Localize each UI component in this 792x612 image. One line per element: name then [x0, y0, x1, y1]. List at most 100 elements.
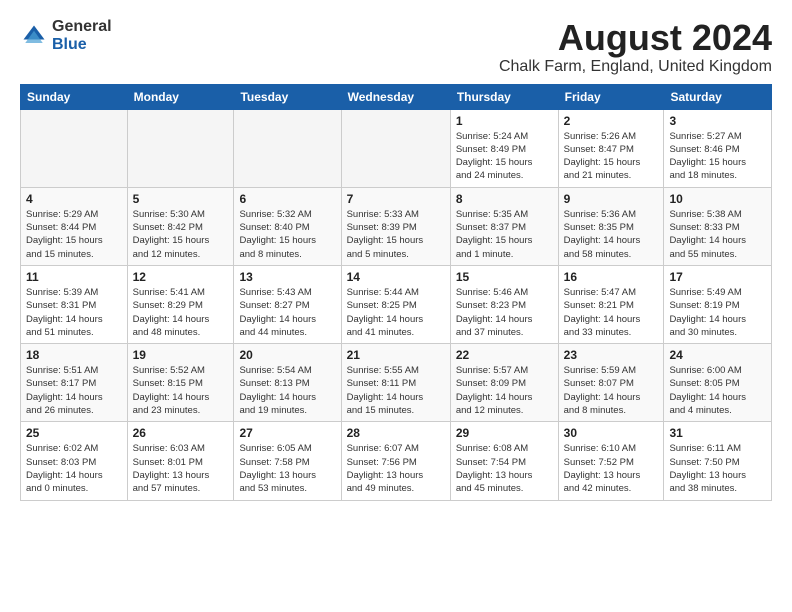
calendar-cell: 21Sunrise: 5:55 AM Sunset: 8:11 PM Dayli…	[341, 344, 450, 422]
logo-blue-text: Blue	[52, 36, 112, 54]
calendar-table: Sunday Monday Tuesday Wednesday Thursday…	[20, 84, 772, 501]
header-row: Sunday Monday Tuesday Wednesday Thursday…	[21, 84, 772, 109]
day-info: Sunrise: 5:57 AM Sunset: 8:09 PM Dayligh…	[456, 364, 553, 417]
subtitle: Chalk Farm, England, United Kingdom	[499, 58, 772, 76]
day-number: 28	[347, 426, 445, 440]
day-info: Sunrise: 5:44 AM Sunset: 8:25 PM Dayligh…	[347, 286, 445, 339]
calendar-week-4: 25 Sunrise: 6:02 AM Sunset: 8:03 PM Dayli…	[21, 422, 772, 500]
calendar-cell: 2 Sunrise: 5:26 AM Sunset: 8:47 PM Daylig…	[558, 109, 664, 187]
day-info: Sunrise: 6:08 AM Sunset: 7:54 PM Dayligh…	[456, 442, 553, 495]
day-info: Sunrise: 5:59 AM Sunset: 8:07 PM Dayligh…	[564, 364, 659, 417]
day-number: 9	[564, 192, 659, 206]
header-thursday: Thursday	[450, 84, 558, 109]
calendar-cell: 12 Sunrise: 5:41 AM Sunset: 8:29 PM Dayli…	[127, 265, 234, 343]
calendar-cell: 26Sunrise: 6:03 AM Sunset: 8:01 PM Dayli…	[127, 422, 234, 500]
day-number: 31	[669, 426, 766, 440]
header-monday: Monday	[127, 84, 234, 109]
day-info: Sunrise: 5:52 AM Sunset: 8:15 PM Dayligh…	[133, 364, 229, 417]
day-info: Sunrise: 5:35 AM Sunset: 8:37 PM Dayligh…	[456, 208, 553, 261]
day-info: Sunrise: 5:33 AM Sunset: 8:39 PM Dayligh…	[347, 208, 445, 261]
logo-general-text: General	[52, 18, 112, 36]
day-number: 10	[669, 192, 766, 206]
day-info: Sunrise: 6:00 AM Sunset: 8:05 PM Dayligh…	[669, 364, 766, 417]
calendar-cell: 13 Sunrise: 5:43 AM Sunset: 8:27 PM Dayli…	[234, 265, 341, 343]
calendar-cell: 27 Sunrise: 6:05 AM Sunset: 7:58 PM Dayli…	[234, 422, 341, 500]
day-number: 22	[456, 348, 553, 362]
header-saturday: Saturday	[664, 84, 772, 109]
day-info: Sunrise: 5:55 AM Sunset: 8:11 PM Dayligh…	[347, 364, 445, 417]
calendar-cell	[234, 109, 341, 187]
day-number: 7	[347, 192, 445, 206]
day-number: 19	[133, 348, 229, 362]
calendar-week-0: 1Sunrise: 5:24 AM Sunset: 8:49 PM Daylig…	[21, 109, 772, 187]
calendar-cell: 25 Sunrise: 6:02 AM Sunset: 8:03 PM Dayli…	[21, 422, 128, 500]
calendar-cell: 20Sunrise: 5:54 AM Sunset: 8:13 PM Dayli…	[234, 344, 341, 422]
header-tuesday: Tuesday	[234, 84, 341, 109]
calendar-cell: 30 Sunrise: 6:10 AM Sunset: 7:52 PM Dayli…	[558, 422, 664, 500]
calendar-cell: 31 Sunrise: 6:11 AM Sunset: 7:50 PM Dayli…	[664, 422, 772, 500]
calendar-cell: 19 Sunrise: 5:52 AM Sunset: 8:15 PM Dayli…	[127, 344, 234, 422]
day-number: 15	[456, 270, 553, 284]
calendar-cell: 3 Sunrise: 5:27 AM Sunset: 8:46 PM Daylig…	[664, 109, 772, 187]
day-info: Sunrise: 5:36 AM Sunset: 8:35 PM Dayligh…	[564, 208, 659, 261]
day-info: Sunrise: 5:27 AM Sunset: 8:46 PM Dayligh…	[669, 130, 766, 183]
day-number: 24	[669, 348, 766, 362]
day-info: Sunrise: 5:30 AM Sunset: 8:42 PM Dayligh…	[133, 208, 229, 261]
day-number: 25	[26, 426, 122, 440]
calendar-cell: 29 Sunrise: 6:08 AM Sunset: 7:54 PM Dayli…	[450, 422, 558, 500]
calendar-cell: 6 Sunrise: 5:32 AM Sunset: 8:40 PM Daylig…	[234, 187, 341, 265]
day-number: 14	[347, 270, 445, 284]
day-info: Sunrise: 5:32 AM Sunset: 8:40 PM Dayligh…	[239, 208, 335, 261]
day-info: Sunrise: 5:49 AM Sunset: 8:19 PM Dayligh…	[669, 286, 766, 339]
calendar-cell: 10 Sunrise: 5:38 AM Sunset: 8:33 PM Dayli…	[664, 187, 772, 265]
calendar-cell: 24 Sunrise: 6:00 AM Sunset: 8:05 PM Dayli…	[664, 344, 772, 422]
day-number: 8	[456, 192, 553, 206]
calendar-cell: 11Sunrise: 5:39 AM Sunset: 8:31 PM Dayli…	[21, 265, 128, 343]
logo: General Blue	[20, 18, 112, 53]
header-sunday: Sunday	[21, 84, 128, 109]
title-area: August 2024 Chalk Farm, England, United …	[499, 18, 772, 76]
day-number: 29	[456, 426, 553, 440]
calendar-cell	[21, 109, 128, 187]
calendar-header: Sunday Monday Tuesday Wednesday Thursday…	[21, 84, 772, 109]
calendar-cell: 17 Sunrise: 5:49 AM Sunset: 8:19 PM Dayli…	[664, 265, 772, 343]
day-info: Sunrise: 5:26 AM Sunset: 8:47 PM Dayligh…	[564, 130, 659, 183]
day-info: Sunrise: 6:02 AM Sunset: 8:03 PM Dayligh…	[26, 442, 122, 495]
day-number: 3	[669, 114, 766, 128]
calendar-cell: 28Sunrise: 6:07 AM Sunset: 7:56 PM Dayli…	[341, 422, 450, 500]
day-info: Sunrise: 5:51 AM Sunset: 8:17 PM Dayligh…	[26, 364, 122, 417]
day-info: Sunrise: 5:43 AM Sunset: 8:27 PM Dayligh…	[239, 286, 335, 339]
day-number: 6	[239, 192, 335, 206]
calendar-cell: 1Sunrise: 5:24 AM Sunset: 8:49 PM Daylig…	[450, 109, 558, 187]
calendar-cell: 7 Sunrise: 5:33 AM Sunset: 8:39 PM Daylig…	[341, 187, 450, 265]
day-info: Sunrise: 5:38 AM Sunset: 8:33 PM Dayligh…	[669, 208, 766, 261]
day-number: 2	[564, 114, 659, 128]
day-info: Sunrise: 6:05 AM Sunset: 7:58 PM Dayligh…	[239, 442, 335, 495]
calendar-cell: 22 Sunrise: 5:57 AM Sunset: 8:09 PM Dayli…	[450, 344, 558, 422]
header-friday: Friday	[558, 84, 664, 109]
day-number: 16	[564, 270, 659, 284]
day-number: 27	[239, 426, 335, 440]
day-info: Sunrise: 5:29 AM Sunset: 8:44 PM Dayligh…	[26, 208, 122, 261]
day-number: 20	[239, 348, 335, 362]
day-number: 26	[133, 426, 229, 440]
day-info: Sunrise: 5:24 AM Sunset: 8:49 PM Dayligh…	[456, 130, 553, 183]
day-number: 30	[564, 426, 659, 440]
day-number: 23	[564, 348, 659, 362]
day-info: Sunrise: 6:10 AM Sunset: 7:52 PM Dayligh…	[564, 442, 659, 495]
day-info: Sunrise: 5:41 AM Sunset: 8:29 PM Dayligh…	[133, 286, 229, 339]
calendar-week-3: 18Sunrise: 5:51 AM Sunset: 8:17 PM Dayli…	[21, 344, 772, 422]
calendar-cell	[127, 109, 234, 187]
day-info: Sunrise: 6:11 AM Sunset: 7:50 PM Dayligh…	[669, 442, 766, 495]
day-number: 5	[133, 192, 229, 206]
calendar-cell: 16Sunrise: 5:47 AM Sunset: 8:21 PM Dayli…	[558, 265, 664, 343]
calendar-cell: 8 Sunrise: 5:35 AM Sunset: 8:37 PM Daylig…	[450, 187, 558, 265]
day-number: 17	[669, 270, 766, 284]
calendar-cell: 9 Sunrise: 5:36 AM Sunset: 8:35 PM Daylig…	[558, 187, 664, 265]
calendar-body: 1Sunrise: 5:24 AM Sunset: 8:49 PM Daylig…	[21, 109, 772, 500]
page: General Blue August 2024 Chalk Farm, Eng…	[0, 0, 792, 511]
logo-icon	[20, 22, 48, 50]
day-number: 13	[239, 270, 335, 284]
day-number: 12	[133, 270, 229, 284]
main-title: August 2024	[499, 18, 772, 58]
